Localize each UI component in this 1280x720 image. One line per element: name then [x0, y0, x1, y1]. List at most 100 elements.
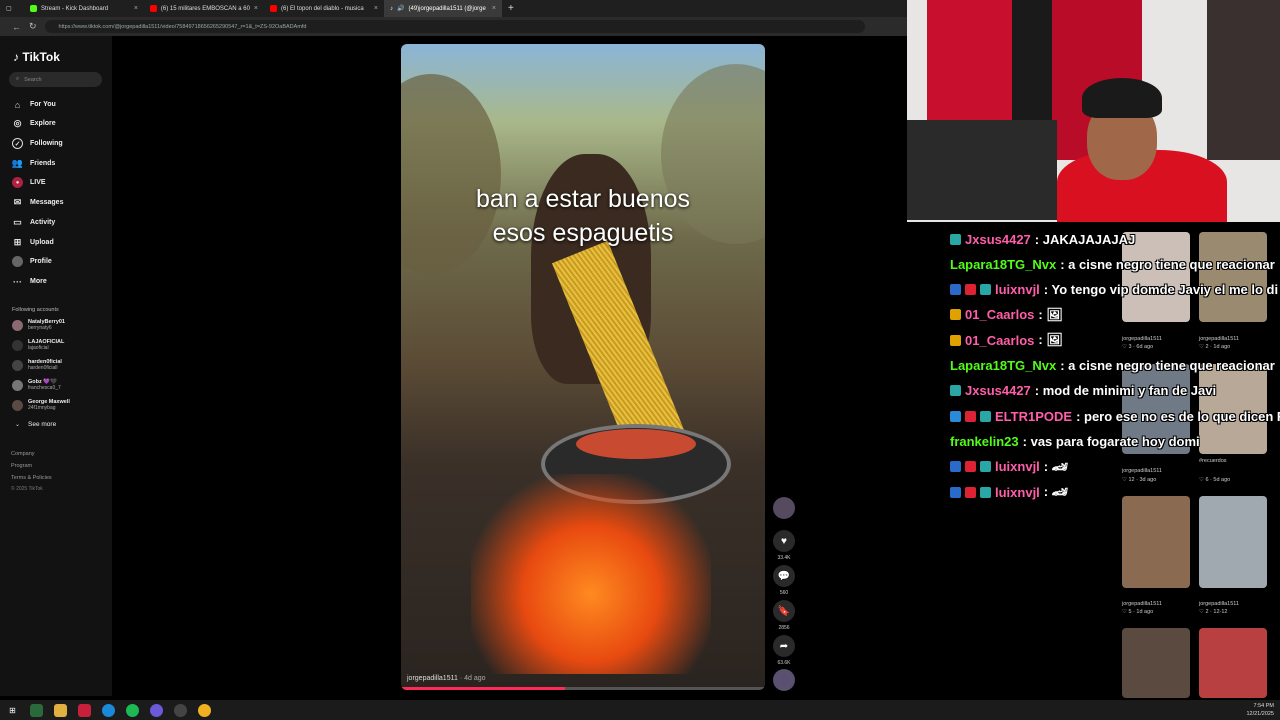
footer-link-terms[interactable]: Terms & Policies	[11, 475, 52, 481]
video-author: jorgepadilla1511	[407, 675, 458, 682]
close-icon[interactable]: ×	[492, 5, 496, 12]
back-icon[interactable]: ←	[12, 22, 21, 32]
tab-kick[interactable]: Stream - Kick Dashboard ×	[24, 0, 144, 17]
nav-messages[interactable]: ✉ Messages	[12, 197, 64, 208]
chat-username: ELTR1PODE	[995, 408, 1073, 424]
nav-label: Messages	[30, 199, 64, 206]
nav-live[interactable]: ● LIVE	[12, 177, 46, 188]
music-disc-icon	[773, 669, 795, 691]
nav-label: More	[30, 278, 47, 285]
url-field[interactable]: https://www.tiktok.com/@jorgepadilla1511…	[44, 20, 865, 33]
stream-chat-overlay: Jxsus4427: JAKAJAJAJAJ Lapara18TG_Nvx: a …	[950, 228, 1280, 508]
chat-badge-icon	[950, 486, 961, 498]
video-progress-bar[interactable]	[401, 687, 765, 690]
profile-video-thumb[interactable]	[1199, 496, 1267, 588]
chat-message: ELTR1PODE: pero ese no es de lo que dice…	[950, 405, 1280, 427]
system-tray-clock[interactable]: 7:54 PM 12/21/2025	[1246, 702, 1274, 718]
windows-start-icon[interactable]: ⊞	[6, 704, 19, 717]
nav-friends[interactable]: 👥 Friends	[12, 158, 55, 169]
chat-username: luixnvjl	[995, 459, 1040, 475]
edge-icon[interactable]	[102, 703, 115, 717]
close-icon[interactable]: ×	[254, 5, 258, 12]
tab-youtube-2[interactable]: (6) El topon del diablo - musica ×	[264, 0, 384, 17]
nav-following[interactable]: ✓ Following	[12, 138, 63, 149]
tab-youtube-1[interactable]: (6) 15 militares EMBOSCAN a 60 ×	[144, 0, 264, 17]
chat-message: luixnvjl: Yo tengo vip domde Javiy el me…	[950, 279, 1278, 301]
comment-button[interactable]: 💬 560	[772, 565, 796, 596]
close-icon[interactable]: ×	[374, 5, 378, 12]
chat-badge-icon	[950, 385, 961, 397]
tiktok-logo[interactable]: ♪ TikTok	[13, 50, 60, 64]
chat-message: frankelin23: vas para fogarate hoy domi	[950, 430, 1200, 452]
spotify-icon[interactable]	[126, 703, 139, 717]
more-icon: ···	[13, 276, 22, 287]
nav-label: Explore	[30, 120, 56, 127]
following-account[interactable]: George Maxwell 24f1mnybag	[12, 399, 70, 411]
tab-tiktok[interactable]: ♪ 🔊 (49)jorgepadilla1511 (@jorge ×	[384, 0, 502, 17]
chat-text: : 🖼	[1038, 306, 1063, 322]
video-author-info[interactable]: jorgepadilla1511 · 4d ago	[407, 675, 486, 682]
discord-icon[interactable]	[150, 703, 163, 717]
save-count: 2856	[778, 625, 790, 631]
account-handle: lajaoficial	[28, 345, 49, 351]
save-button[interactable]: 🔖 2856	[772, 600, 796, 631]
profile-video-thumb[interactable]	[1122, 496, 1190, 588]
following-accounts-header: Following accounts	[12, 307, 59, 313]
nav-label: Activity	[30, 219, 56, 226]
app-icon[interactable]	[78, 703, 91, 717]
clothes-rack	[1207, 0, 1280, 160]
chat-text: : vas para fogarate hoy domi	[1022, 433, 1200, 449]
speaker-icon[interactable]: 🔊	[397, 5, 404, 12]
search-input[interactable]: ⌕ Search	[9, 72, 102, 87]
video-time: · 4d ago	[459, 675, 486, 682]
friends-icon: 👥	[11, 158, 24, 168]
new-tab-button[interactable]: +	[502, 0, 522, 17]
nav-profile[interactable]: Profile	[12, 256, 52, 267]
chat-badge-icon	[965, 284, 976, 296]
window-icon-tab[interactable]: ▢	[0, 0, 24, 17]
creator-avatar-button[interactable]	[772, 497, 796, 522]
chat-username: 01_Caarlos	[965, 307, 1035, 323]
following-account[interactable]: LAJAOFICIAL lajaoficial	[12, 339, 64, 351]
tab-label: Stream - Kick Dashboard	[41, 5, 109, 12]
heart-icon: ♥	[773, 530, 795, 552]
close-icon[interactable]: ×	[134, 5, 138, 12]
file-explorer-icon[interactable]	[54, 703, 67, 717]
chat-badge-icon	[965, 486, 976, 498]
obs-icon[interactable]	[174, 703, 187, 717]
nav-upload[interactable]: ⊞ Upload	[12, 237, 54, 248]
chat-username: luixnvjl	[995, 282, 1040, 298]
nav-explore[interactable]: ◎ Explore	[12, 118, 56, 129]
following-account[interactable]: NatalyBerry01 berrynaty6	[12, 319, 65, 331]
like-button[interactable]: ♥ 33.4K	[772, 530, 796, 561]
chat-username: luixnvjl	[995, 484, 1040, 500]
caption-line-1: ban a estar buenos	[475, 185, 691, 213]
following-account[interactable]: harden0ficial harden0ficiall	[12, 359, 62, 371]
bed-area	[907, 120, 1057, 220]
following-account[interactable]: Gobz 💜🖤 franchesca0_7	[12, 379, 61, 391]
chat-message: luixnvjl: 🏎	[950, 481, 1068, 503]
chrome-icon[interactable]	[198, 703, 211, 717]
fire-flames	[471, 474, 711, 674]
caption-line-2: esos espaguetis	[492, 219, 674, 247]
nav-activity[interactable]: ▭ Activity	[12, 217, 55, 228]
chat-message: 01_Caarlos: 🖼	[950, 304, 1063, 326]
video-player[interactable]: ban a estar buenos esos espaguetis jorge…	[401, 44, 765, 690]
comment-icon: 💬	[773, 565, 795, 587]
music-disc-button[interactable]	[772, 669, 796, 694]
nav-more[interactable]: ··· More	[12, 276, 47, 287]
thumb-meta: ♡ 2 · 12-12	[1199, 609, 1228, 615]
reload-icon[interactable]: ↻	[29, 21, 37, 32]
see-more-link[interactable]: ⌄ See more	[12, 421, 56, 428]
chat-badge-icon	[950, 410, 961, 422]
profile-video-thumb[interactable]	[1199, 628, 1267, 698]
chat-username: 01_Caarlos	[965, 332, 1035, 348]
terminal-icon[interactable]	[30, 703, 43, 717]
profile-video-thumb[interactable]	[1122, 628, 1190, 698]
footer-link-program[interactable]: Program	[11, 463, 32, 469]
account-handle: berrynaty6	[28, 325, 52, 331]
share-button[interactable]: ➦ 63.6K	[772, 635, 796, 666]
nav-for-you[interactable]: ⌂ For You	[12, 99, 56, 110]
nav-label: Upload	[30, 239, 54, 246]
footer-link-company[interactable]: Company	[11, 451, 35, 457]
